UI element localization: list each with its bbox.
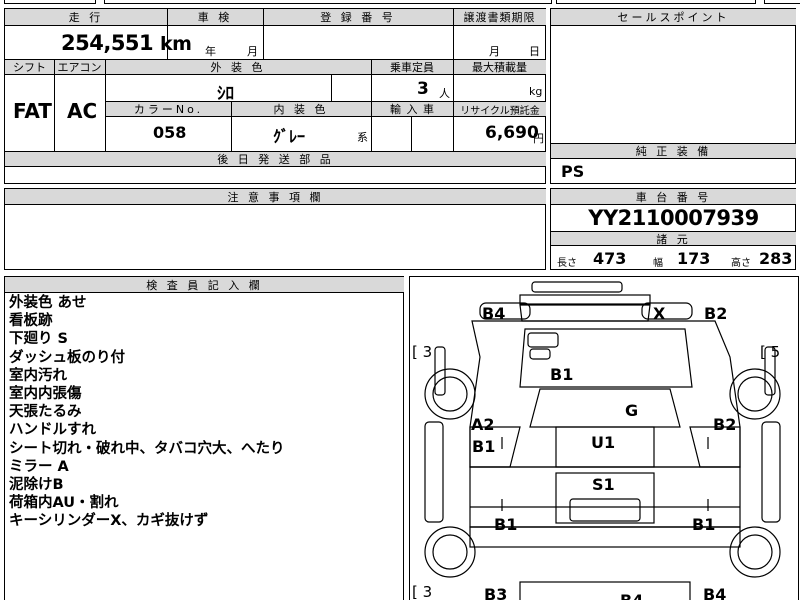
diagram-label-right-bracket-top: [ 5 — [760, 343, 781, 361]
diagram-label-rear-left: B3 — [484, 585, 508, 600]
capacity-header: 乗車定員 — [371, 60, 453, 75]
height-value: 283 — [759, 249, 793, 268]
shift-value: FAT — [13, 99, 52, 123]
chassis-box: 車 台 番 号 YY2110007939 諸 元 長さ 473 幅 173 高さ… — [550, 188, 796, 270]
transfer-deadline-header: 譲渡書類期限 — [453, 9, 546, 26]
remark-line: ミラー A — [9, 458, 69, 475]
length-value: 473 — [593, 249, 627, 268]
remark-line: シート切れ・破れ中、タバコ穴大、へたり — [9, 440, 285, 457]
inspection-year-unit: 年 — [205, 45, 216, 58]
remark-line: キーシリンダーX、カギ抜けず — [9, 513, 209, 530]
diagram-label-rear-right: B4 — [703, 585, 727, 600]
specs-row: 長さ 473 幅 173 高さ 283 — [557, 248, 797, 270]
interior-color-suffix: 系 — [357, 131, 368, 144]
recycle-value: 6,690 — [485, 123, 539, 143]
diagram-label-windshield: G — [625, 401, 639, 420]
later-parts-header: 後 日 発 送 部 品 — [5, 152, 546, 167]
transfer-month-unit: 月 — [489, 45, 500, 58]
chassis-header: 車 台 番 号 — [551, 189, 796, 205]
top-partial-row — [4, 0, 800, 4]
inspector-box: 検 査 員 記 入 欄 外装色 あせ 看板跡 下廻り S ダッシュ板のり付 室内… — [4, 276, 404, 600]
diagram-label-front-right: B2 — [704, 304, 728, 323]
remark-line: 荷箱内AU・割れ — [9, 495, 119, 512]
genuine-equipment-value: PS — [561, 162, 585, 181]
inspection-header: 車 検 — [167, 9, 263, 26]
remark-line: 室内汚れ — [9, 367, 67, 384]
notes-box: 注 意 事 項 欄 — [4, 188, 546, 270]
width-value: 173 — [677, 249, 711, 268]
remark-line: ハンドルすれ — [9, 422, 96, 439]
diagram-label-left-front-door: A2 — [471, 415, 495, 434]
exterior-color-header: 外 装 色 — [105, 60, 371, 75]
diagram-label-front-center: X — [653, 304, 666, 323]
diagram-label-left-front-panel: B1 — [472, 437, 496, 456]
vehicle-info-table: 走 行 車 検 登 録 番 号 譲渡書類期限 254,551 km 年 月 月 … — [4, 8, 546, 184]
registration-header: 登 録 番 号 — [263, 9, 453, 26]
mileage-value: 254,551 km — [61, 31, 192, 55]
sales-point-box: セールスポイント 純 正 装 備 PS — [550, 8, 796, 184]
max-load-unit: kg — [529, 85, 543, 98]
notes-header: 注 意 事 項 欄 — [5, 189, 546, 205]
specs-header: 諸 元 — [551, 232, 796, 246]
remark-line: 下廻り S — [9, 331, 68, 348]
vehicle-diagram: B4 X B2 [ 3 [ 5 B1 G A2 B1 U1 B2 S1 B1 B… — [409, 276, 799, 600]
inspection-month-unit: 月 — [247, 45, 258, 58]
capacity-unit: 人 — [439, 87, 450, 100]
transfer-day-unit: 日 — [529, 45, 540, 58]
diagram-label-left-bracket-top: [ 3 — [412, 343, 433, 361]
remark-line: 看板跡 — [9, 313, 53, 330]
diagram-label-right-rear: B1 — [692, 515, 716, 534]
mileage-unit: km — [159, 33, 192, 55]
mileage-header: 走 行 — [5, 9, 167, 26]
max-load-header: 最大積載量 — [453, 60, 546, 75]
remark-line: ダッシュ板のり付 — [9, 349, 125, 366]
sales-point-header: セールスポイント — [551, 9, 796, 26]
capacity-value: 3 — [417, 79, 429, 99]
remark-line: 室内内張傷 — [9, 386, 82, 403]
remark-line: 外装色 あせ — [9, 295, 87, 311]
import-header: 輸 入 車 — [372, 102, 453, 117]
remark-line: 天張たるみ — [9, 404, 82, 421]
diagram-label-rear-center: B4 — [620, 591, 643, 600]
shift-header: シフト — [5, 60, 54, 75]
diagram-label-left-bracket-bottom: [ 3 — [412, 583, 433, 600]
inspector-header: 検 査 員 記 入 欄 — [5, 277, 404, 293]
chassis-number: YY2110007939 — [588, 206, 759, 230]
diagram-label-roof: U1 — [591, 433, 616, 452]
height-label: 高さ — [731, 258, 751, 269]
color-no-header: カラーNo. — [106, 102, 231, 117]
aircon-header: エアコン — [54, 60, 105, 75]
aircon-value: AC — [67, 99, 98, 123]
color-no-value: 058 — [153, 123, 187, 142]
diagram-label-hood: B1 — [550, 365, 574, 384]
interior-color-value: ｸﾞﾚｰ — [273, 127, 306, 146]
inspector-remarks: 外装色 あせ 看板跡 下廻り S ダッシュ板のり付 室内汚れ 室内内張傷 天張た… — [9, 294, 285, 531]
remark-line: 泥除けB — [9, 477, 64, 494]
diagram-label-bed: S1 — [592, 475, 615, 494]
diagram-label-front-left: B4 — [482, 304, 506, 323]
length-label: 長さ — [557, 258, 577, 269]
interior-color-header: 内 装 色 — [231, 102, 371, 117]
recycle-header: リサイクル預託金 — [454, 102, 546, 117]
diagram-label-right-front-door: B2 — [713, 415, 737, 434]
recycle-unit: 円 — [533, 132, 544, 145]
diagram-label-left-rear: B1 — [494, 515, 518, 534]
genuine-equipment-header: 純 正 装 備 — [551, 144, 796, 159]
width-label: 幅 — [653, 258, 663, 269]
